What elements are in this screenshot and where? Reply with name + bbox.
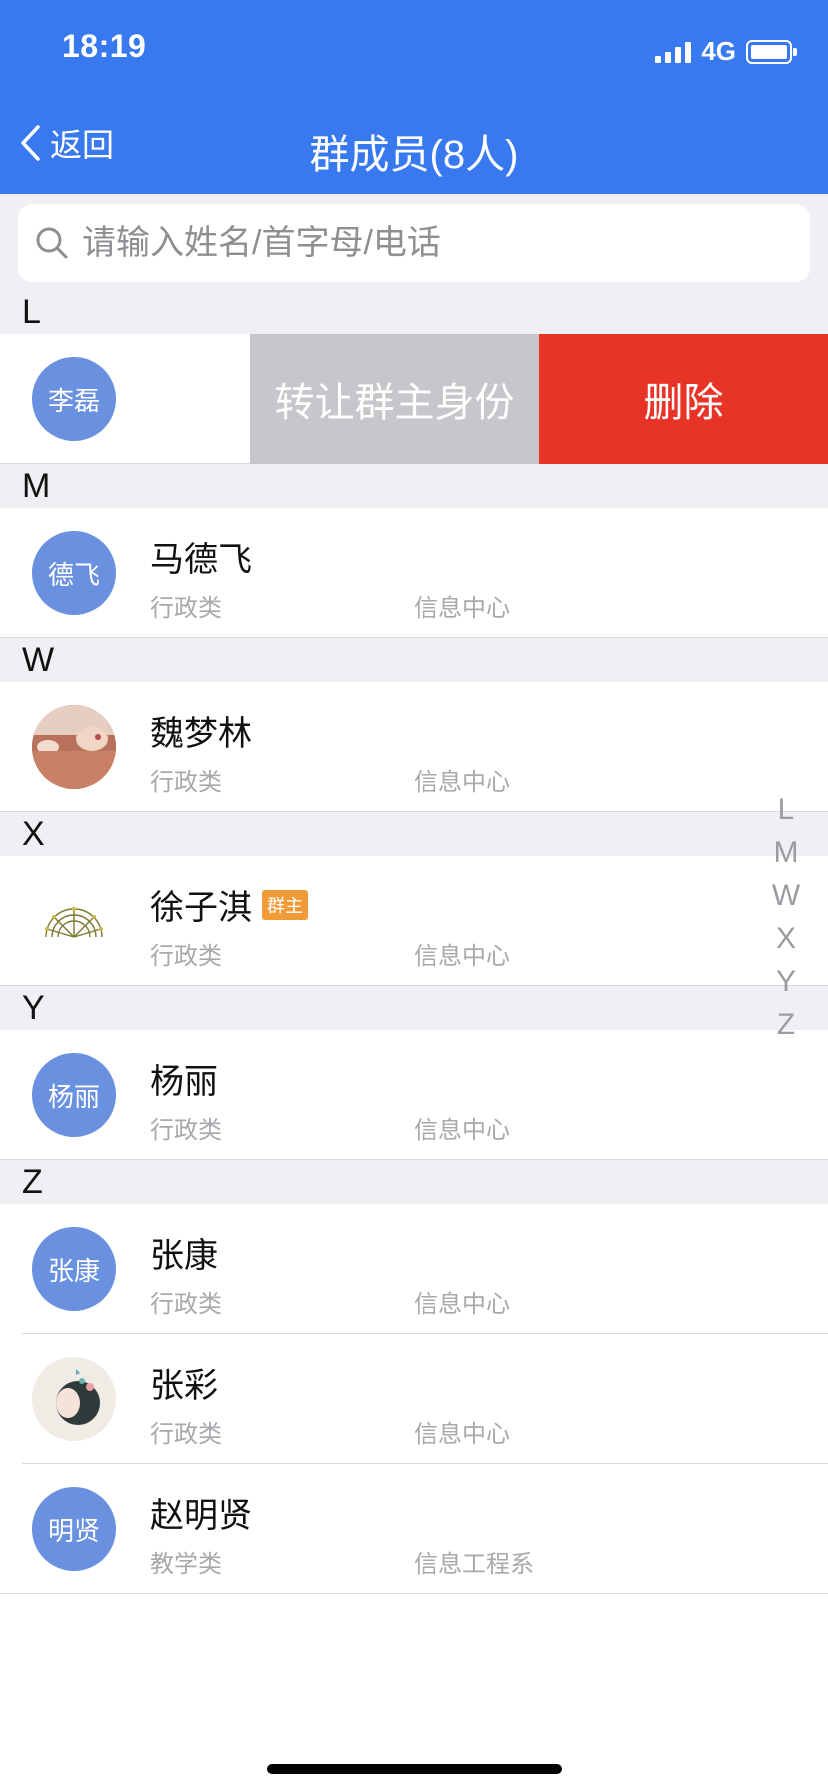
avatar: 德飞	[32, 531, 116, 615]
avatar: 李磊	[32, 357, 116, 441]
index-letter[interactable]: Z	[777, 1003, 795, 1046]
member-department: 信息工程系	[414, 1551, 534, 1578]
member-row[interactable]: 徐子淇 群主 行政类 信息中心	[0, 856, 828, 986]
member-name: 徐子淇 群主	[150, 880, 308, 929]
nav-bar: 返回 群成员(8人)	[0, 100, 828, 194]
member-name-text: 徐子淇	[150, 889, 252, 927]
member-name-text: 赵明贤	[150, 1497, 252, 1535]
member-name: 张彩	[150, 1358, 218, 1407]
index-letter[interactable]: Y	[776, 960, 796, 1003]
index-letter[interactable]: X	[776, 917, 796, 960]
status-bar: 18:19 4G	[0, 0, 828, 100]
member-category: 行政类	[150, 595, 222, 622]
avatar: 张康	[32, 1227, 116, 1311]
status-indicators: 4G	[655, 36, 797, 67]
fan-pattern-icon	[45, 907, 103, 938]
member-row[interactable]: 明贤 赵明贤 教学类 信息工程系	[0, 1464, 828, 1594]
member-category: 行政类	[150, 1421, 222, 1448]
member-department: 信息中心	[414, 943, 510, 970]
member-department: 信息中心	[414, 769, 510, 796]
member-name-text: 张彩	[150, 1367, 218, 1405]
page-title: 群成员(8人)	[309, 133, 519, 177]
search-box[interactable]	[18, 204, 810, 282]
section-header-y: Y	[0, 986, 828, 1030]
member-name: 魏梦林	[150, 706, 252, 755]
photo-avatar	[32, 705, 116, 789]
member-department: 信息中心	[414, 1421, 510, 1448]
pattern-avatar	[32, 879, 116, 963]
member-list: L 李磊 转让群主身份 删除 M 德飞 马德飞 行政类 信息中心 W 魏梦林 行…	[0, 290, 828, 1594]
member-row[interactable]: 杨丽 杨丽 行政类 信息中心	[0, 1030, 828, 1160]
section-header-m: M	[0, 464, 828, 508]
member-category: 行政类	[150, 1291, 222, 1318]
search-icon	[36, 227, 68, 259]
member-name: 杨丽	[150, 1054, 218, 1103]
member-name: 张康	[150, 1228, 218, 1277]
battery-icon	[746, 39, 797, 64]
index-letter[interactable]: W	[772, 874, 800, 917]
member-name-text: 魏梦林	[150, 715, 252, 753]
status-time: 18:19	[62, 28, 147, 64]
member-row-swiped[interactable]: 李磊 转让群主身份 删除	[0, 334, 828, 464]
member-name-text: 张康	[150, 1237, 218, 1275]
member-department: 信息中心	[414, 1291, 510, 1318]
baby-photo-icon	[32, 705, 116, 789]
home-indicator	[267, 1764, 562, 1774]
section-header-z: Z	[0, 1160, 828, 1204]
transfer-owner-button[interactable]: 转让群主身份	[250, 334, 539, 464]
member-department: 信息中心	[414, 1117, 510, 1144]
alphabet-index[interactable]: L M W X Y Z	[768, 788, 804, 1046]
search-area	[0, 194, 828, 290]
girl-illustration-icon	[32, 1357, 116, 1441]
member-department: 信息中心	[414, 595, 510, 622]
section-header-w: W	[0, 638, 828, 682]
index-letter[interactable]: M	[774, 831, 799, 874]
avatar: 明贤	[32, 1487, 116, 1571]
avatar: 杨丽	[32, 1053, 116, 1137]
member-name: 马德飞	[150, 532, 252, 581]
member-category: 行政类	[150, 1117, 222, 1144]
signal-icon	[655, 41, 692, 63]
owner-badge: 群主	[262, 889, 308, 920]
search-input[interactable]	[82, 223, 782, 263]
member-category: 行政类	[150, 943, 222, 970]
member-row[interactable]: 魏梦林 行政类 信息中心	[0, 682, 828, 812]
illustration-avatar	[32, 1357, 116, 1441]
member-category: 行政类	[150, 769, 222, 796]
member-row[interactable]: 张彩 行政类 信息中心	[0, 1334, 828, 1464]
member-row[interactable]: 德飞 马德飞 行政类 信息中心	[0, 508, 828, 638]
network-type: 4G	[701, 36, 736, 66]
member-category: 教学类	[150, 1551, 222, 1578]
member-row[interactable]: 张康 张康 行政类 信息中心	[0, 1204, 828, 1334]
member-name: 赵明贤	[150, 1488, 252, 1537]
member-name-text: 马德飞	[150, 541, 252, 579]
member-name-text: 杨丽	[150, 1063, 218, 1101]
section-header-l: L	[0, 290, 828, 334]
section-header-x: X	[0, 812, 828, 856]
delete-button[interactable]: 删除	[539, 334, 828, 464]
index-letter[interactable]: L	[778, 788, 795, 831]
